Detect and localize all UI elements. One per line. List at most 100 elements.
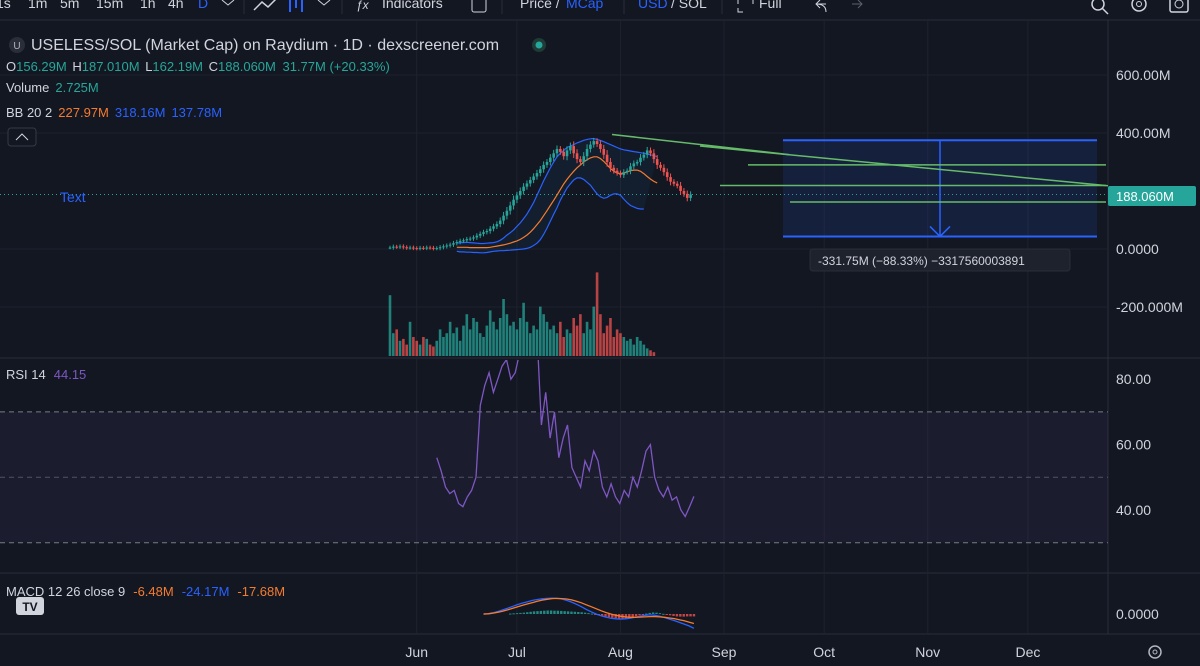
volume-bar bbox=[392, 333, 395, 356]
candle-body bbox=[545, 162, 549, 165]
volume-bar bbox=[408, 321, 412, 356]
bb-row: BB 20 2 227.97M 318.16M 137.78M bbox=[6, 105, 222, 120]
interval-1s[interactable]: 1s bbox=[0, 0, 11, 11]
volume-bar bbox=[532, 325, 535, 356]
volume-bar bbox=[418, 344, 422, 356]
volume-bar bbox=[639, 340, 642, 356]
axis-settings-icon[interactable] bbox=[1148, 645, 1162, 659]
mcap-toggle[interactable]: MCap bbox=[566, 0, 604, 11]
candle-body bbox=[559, 148, 562, 152]
chart-canvas[interactable]: 1s 1m 5m 15m 1h 4h D ƒx Indicators Price… bbox=[0, 0, 1200, 666]
search-icon-handle bbox=[1101, 7, 1109, 15]
price-axis-label: 0.0000 bbox=[1116, 241, 1159, 257]
redo-icon[interactable] bbox=[852, 0, 863, 9]
candle-body bbox=[569, 146, 572, 151]
macd-histogram-bar bbox=[577, 612, 580, 614]
candle-body bbox=[639, 157, 642, 162]
candles-icon[interactable] bbox=[289, 0, 303, 12]
text-annotation[interactable]: Text bbox=[60, 189, 86, 205]
rsi-axis-label: 40.00 bbox=[1116, 502, 1151, 518]
volume-bar bbox=[572, 318, 575, 356]
candle-body bbox=[508, 205, 512, 211]
candle-body bbox=[649, 150, 652, 154]
candle-body bbox=[655, 159, 659, 165]
macd-histogram-bar bbox=[692, 614, 696, 617]
volume-bar bbox=[609, 318, 612, 356]
volume-bar bbox=[632, 344, 636, 356]
macd-histogram-bar bbox=[543, 610, 546, 614]
candle-body bbox=[665, 172, 669, 178]
volume-bar bbox=[545, 321, 549, 356]
fullscreen-icon[interactable] bbox=[737, 0, 754, 13]
candle-body bbox=[492, 226, 495, 229]
volume-bar bbox=[438, 329, 442, 356]
camera-lens-icon bbox=[1174, 0, 1184, 9]
macd-histogram-bar bbox=[655, 612, 658, 614]
layout-icon[interactable] bbox=[471, 0, 487, 13]
usd-toggle[interactable]: USD bbox=[638, 0, 668, 11]
chevron-down-icon[interactable] bbox=[221, 0, 235, 6]
candle-body bbox=[635, 162, 639, 164]
candle-body bbox=[435, 248, 439, 250]
candle-body bbox=[398, 246, 402, 248]
candle-body bbox=[428, 247, 432, 249]
macd-axis-label: 0.0000 bbox=[1116, 606, 1159, 622]
volume-bar bbox=[505, 314, 509, 356]
candle-body bbox=[605, 154, 609, 162]
rsi-legend: RSI 14 44.15 bbox=[6, 367, 86, 382]
candle-body bbox=[525, 183, 529, 187]
volume-bar bbox=[452, 333, 455, 356]
volume-bar bbox=[615, 329, 619, 356]
candle-body bbox=[572, 146, 575, 154]
drawings[interactable] bbox=[611, 133, 1109, 238]
sol-toggle[interactable]: / SOL bbox=[671, 0, 707, 11]
interval-15m[interactable]: 15m bbox=[96, 0, 123, 11]
candle-body bbox=[542, 164, 545, 170]
time-axis-label: Jun bbox=[405, 644, 428, 660]
macd-legend: MACD 12 26 close 9 -6.48M -24.17M -17.68M bbox=[6, 584, 285, 599]
candle-body bbox=[528, 179, 532, 184]
volume-bar bbox=[448, 321, 452, 356]
candle-body bbox=[465, 239, 469, 241]
rsi-axis-label: 60.00 bbox=[1116, 437, 1151, 453]
volume-bar bbox=[412, 337, 415, 356]
full-button[interactable]: Full bbox=[759, 0, 782, 11]
collapse-legend-button[interactable] bbox=[7, 127, 37, 147]
candle-body bbox=[498, 220, 502, 225]
legend: U USELESS/SOL (Market Cap) on Raydium · … bbox=[6, 37, 546, 147]
macd-histogram-bar bbox=[590, 613, 594, 615]
macd-histogram-bar bbox=[532, 611, 536, 614]
candle-body bbox=[632, 163, 636, 167]
interval-5m[interactable]: 5m bbox=[60, 0, 79, 11]
macd-histogram-bar bbox=[560, 610, 563, 614]
volume-bar bbox=[402, 338, 405, 356]
volume-bar bbox=[432, 346, 435, 356]
interval-4h[interactable]: 4h bbox=[168, 0, 184, 11]
tradingview-logo[interactable]: TV bbox=[16, 597, 44, 615]
candle-body bbox=[599, 144, 602, 149]
volume-bar bbox=[495, 329, 499, 356]
volume-bar bbox=[649, 350, 652, 356]
line-tool-icon[interactable] bbox=[253, 0, 277, 11]
volume-bar bbox=[642, 344, 646, 356]
undo-icon[interactable] bbox=[815, 0, 827, 13]
macd-histogram-bar bbox=[539, 610, 543, 614]
volume-bar bbox=[549, 329, 552, 356]
volume-bar bbox=[472, 318, 475, 356]
macd-histogram-bar bbox=[536, 611, 539, 614]
price-toggle[interactable]: Price / bbox=[520, 0, 560, 11]
chevron-down-icon-2[interactable] bbox=[317, 0, 331, 6]
candle-body bbox=[415, 248, 419, 250]
volume-bar bbox=[569, 333, 572, 356]
screenshot-icon[interactable] bbox=[1169, 0, 1189, 13]
time-axis-label: Sep bbox=[712, 644, 737, 660]
interval-d-active[interactable]: D bbox=[198, 0, 208, 11]
interval-1h[interactable]: 1h bbox=[140, 0, 156, 11]
candle-body bbox=[562, 151, 565, 157]
macd-histogram-bar bbox=[607, 614, 611, 618]
volume-bar bbox=[579, 314, 582, 356]
macd-pane bbox=[483, 597, 696, 629]
interval-1m[interactable]: 1m bbox=[28, 0, 47, 11]
indicators-icon[interactable]: ƒx bbox=[356, 0, 370, 12]
indicators-button[interactable]: Indicators bbox=[382, 0, 443, 11]
